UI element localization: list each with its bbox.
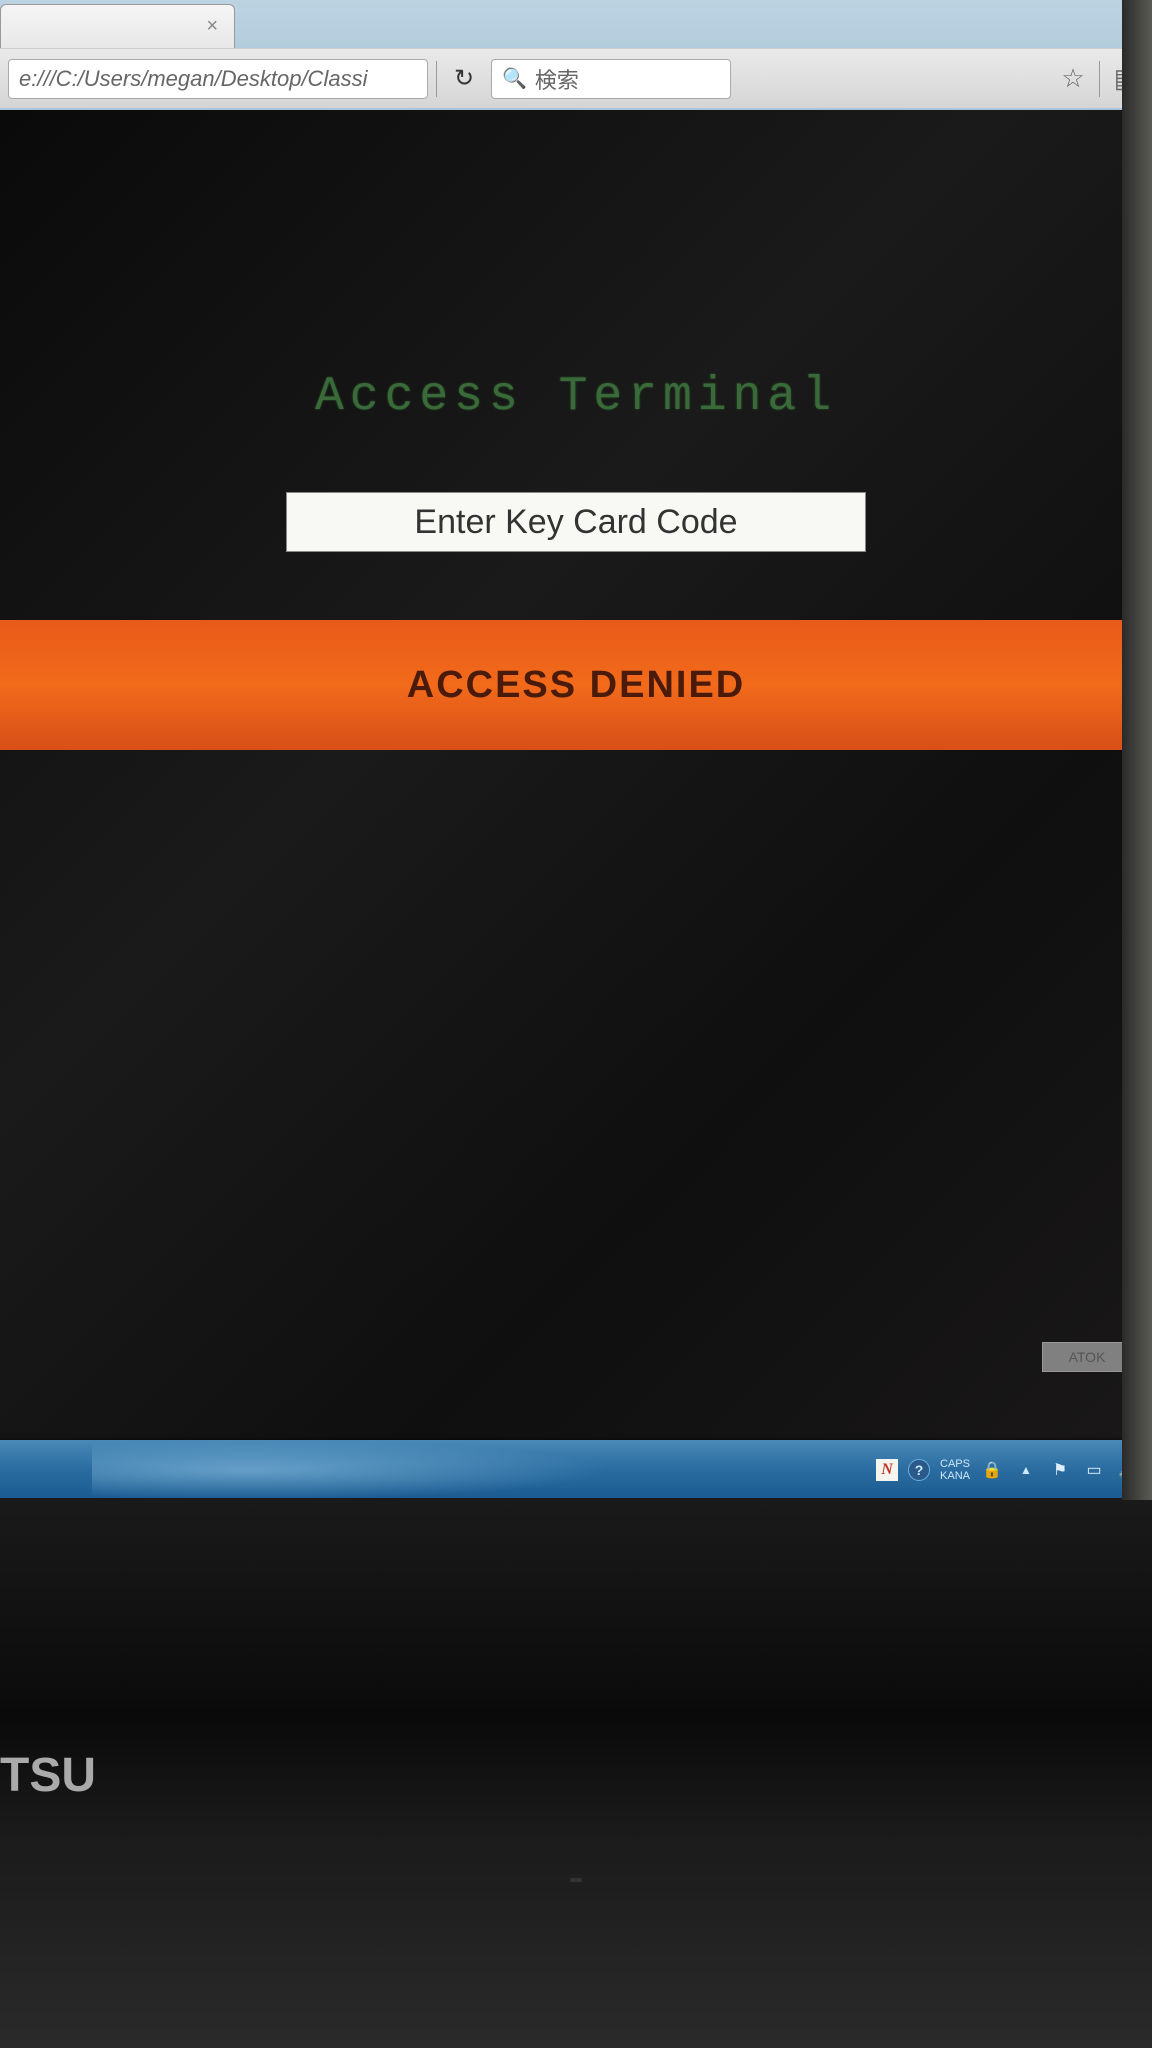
url-input[interactable]: e:///C:/Users/megan/Desktop/Classi bbox=[8, 59, 428, 99]
star-icon: ☆ bbox=[1061, 63, 1084, 94]
lock-icon[interactable]: 🔒 bbox=[980, 1458, 1004, 1482]
toolbar-divider-2 bbox=[1099, 61, 1100, 97]
access-status-banner: ACCESS DENIED bbox=[0, 620, 1152, 750]
laptop-brand-text: TSU bbox=[0, 1748, 96, 1803]
taskbar-glow bbox=[92, 1440, 610, 1500]
url-text: e:///C:/Users/megan/Desktop/Classi bbox=[19, 66, 367, 92]
tab-strip: × bbox=[0, 0, 1152, 48]
chevron-up-icon: ▲ bbox=[1020, 1463, 1032, 1477]
action-center-icon[interactable]: ⚑ bbox=[1048, 1458, 1072, 1482]
tray-ime-status[interactable]: CAPS KANA bbox=[940, 1458, 970, 1482]
tray-caps-label: CAPS bbox=[940, 1458, 970, 1470]
bookmark-button[interactable]: ☆ bbox=[1055, 61, 1091, 97]
status-text: ACCESS DENIED bbox=[407, 664, 746, 707]
tray-kana-label: KANA bbox=[940, 1470, 970, 1482]
desk-edge-right bbox=[1122, 0, 1152, 1500]
laptop-bezel: TSU bbox=[0, 1498, 1152, 2048]
laptop-screen: × e:///C:/Users/megan/Desktop/Classi ↻ 🔍… bbox=[0, 0, 1152, 1500]
flag-icon: ⚑ bbox=[1053, 1460, 1067, 1480]
page-content: Access Terminal Enter Key Card Code ACCE… bbox=[0, 110, 1152, 1440]
laptop-indicator-led bbox=[570, 1878, 582, 1882]
browser-toolbar: e:///C:/Users/megan/Desktop/Classi ↻ 🔍 検… bbox=[0, 48, 1152, 108]
device-glyph: ▭ bbox=[1086, 1460, 1101, 1480]
browser-tab[interactable]: × bbox=[0, 4, 235, 48]
windows-taskbar[interactable]: N ? CAPS KANA 🔒 ▲ ⚑ ▭ 🔊 bbox=[0, 1440, 1152, 1500]
reload-icon: ↻ bbox=[454, 64, 474, 93]
search-icon: 🔍 bbox=[502, 66, 527, 91]
device-icon[interactable]: ▭ bbox=[1082, 1458, 1106, 1482]
reload-button[interactable]: ↻ bbox=[445, 60, 483, 98]
ime-indicator[interactable]: ATOK bbox=[1042, 1342, 1132, 1372]
keycard-input-placeholder: Enter Key Card Code bbox=[414, 503, 737, 542]
tray-expand-icon[interactable]: ▲ bbox=[1014, 1458, 1038, 1482]
search-input[interactable]: 🔍 検索 bbox=[491, 59, 731, 99]
ime-label: ATOK bbox=[1069, 1349, 1106, 1365]
search-placeholder: 検索 bbox=[535, 63, 579, 95]
browser-chrome: × e:///C:/Users/megan/Desktop/Classi ↻ 🔍… bbox=[0, 0, 1152, 110]
tray-help-icon[interactable]: ? bbox=[908, 1459, 930, 1481]
tray-help-label: ? bbox=[915, 1462, 924, 1478]
keycard-code-input[interactable]: Enter Key Card Code bbox=[286, 492, 866, 552]
tray-n-icon[interactable]: N bbox=[876, 1459, 898, 1481]
lock-glyph: 🔒 bbox=[982, 1460, 1002, 1480]
toolbar-divider bbox=[436, 61, 437, 97]
tray-n-label: N bbox=[881, 1461, 893, 1479]
terminal-title: Access Terminal bbox=[0, 370, 1152, 424]
close-icon[interactable]: × bbox=[206, 15, 218, 38]
